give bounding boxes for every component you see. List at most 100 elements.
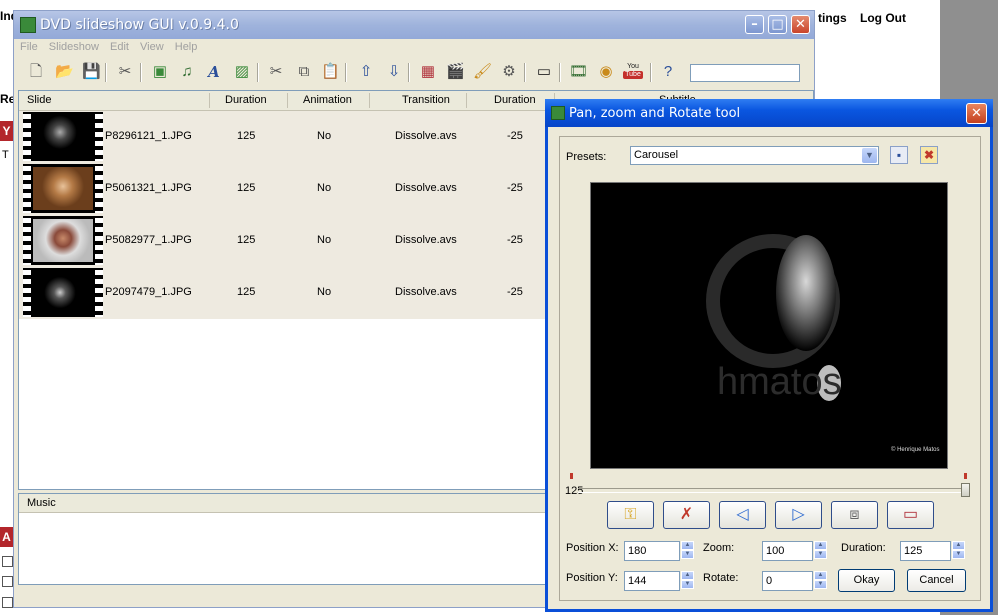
slide-thumbnail <box>23 216 103 265</box>
text-icon[interactable]: A <box>205 63 223 81</box>
pan-zoom-rotate-dialog: Pan, zoom and Rotate tool ✕ Presets: Car… <box>545 99 993 612</box>
menu-view[interactable]: View <box>140 39 164 53</box>
presets-label: Presets: <box>566 151 607 163</box>
open-icon[interactable]: 📂 <box>55 63 74 81</box>
slide-filename: P5061321_1.JPG <box>105 182 192 194</box>
dialog-title-bar[interactable]: Pan, zoom and Rotate tool ✕ <box>545 99 993 127</box>
cut-icon[interactable]: ✂ <box>267 63 285 81</box>
minimize-button[interactable]: – <box>745 15 764 34</box>
position-x-input[interactable]: 180 <box>624 541 680 561</box>
position-x-stepper[interactable]: ▲ ▼ <box>681 541 694 561</box>
music-header-label: Music <box>27 497 56 509</box>
duration-stepper[interactable]: ▲ ▼ <box>952 541 965 561</box>
slider-thumb[interactable] <box>961 483 970 497</box>
music-icon[interactable]: ♫ <box>178 63 196 81</box>
column-animation[interactable]: Animation <box>303 94 352 106</box>
move-up-icon[interactable]: ⇧ <box>357 63 375 81</box>
export-icon[interactable]: ⚙ <box>500 63 518 81</box>
okay-button[interactable]: Okay <box>838 569 895 592</box>
column-transition-duration[interactable]: Duration <box>494 94 536 106</box>
dialog-close-button[interactable]: ✕ <box>966 103 987 124</box>
add-slide-icon[interactable]: ▣ <box>151 63 169 81</box>
slideshow-icon[interactable]: ▭ <box>535 63 553 81</box>
full-frame-icon[interactable]: ▭ <box>887 501 934 529</box>
presets-select[interactable]: Carousel ▼ <box>630 146 879 165</box>
settings-link[interactable]: tings <box>818 11 847 25</box>
slider-end-marker <box>964 473 967 479</box>
delete-preset-icon[interactable]: ✖ <box>920 146 938 164</box>
background-checkbox[interactable] <box>2 597 13 608</box>
toolbar-separator <box>524 63 526 82</box>
toolbar-search-input[interactable] <box>690 64 800 82</box>
zoom-stepper[interactable]: ▲ ▼ <box>814 541 827 561</box>
disc-icon[interactable]: ◉ <box>597 63 615 81</box>
face-silhouette <box>776 235 836 351</box>
rotate-label: Rotate: <box>703 572 739 584</box>
column-duration[interactable]: Duration <box>225 94 267 106</box>
slide-transition: Dissolve.avs <box>395 182 457 194</box>
brush-icon[interactable]: 🖌 <box>473 63 492 81</box>
toolbar-separator <box>408 63 410 82</box>
duration-label: Duration: <box>841 542 886 554</box>
column-slide[interactable]: Slide <box>27 94 51 106</box>
cancel-button[interactable]: Cancel <box>907 569 966 592</box>
slide-transition: Dissolve.avs <box>395 130 457 142</box>
background-checkbox[interactable] <box>2 576 13 587</box>
main-window-title: DVD slideshow GUI v.0.9.4.0 <box>40 17 239 33</box>
image-icon[interactable]: ▨ <box>233 63 251 81</box>
toolbar: 🗋 📂 💾 ✂ ▣ ♫ A ▨ ✂ ⧉ 📋 ⇧ ⇩ ▦ 🎬 🖌 ⚙ ▭ 🎞 ◉ … <box>14 58 814 86</box>
save-icon[interactable]: 💾 <box>82 63 101 81</box>
film-icon[interactable]: 🎞 <box>569 63 588 81</box>
save-preset-icon[interactable]: ▪ <box>890 146 908 164</box>
fit-icon[interactable]: ⧈ <box>831 501 878 529</box>
zoom-input[interactable]: 100 <box>762 541 813 561</box>
app-icon <box>20 17 36 33</box>
menu-edit[interactable]: Edit <box>110 39 129 53</box>
logout-link[interactable]: Log Out <box>860 11 906 25</box>
duration-input[interactable]: 125 <box>900 541 951 561</box>
menu-bar: File Slideshow Edit View Help <box>14 39 814 57</box>
picture-icon[interactable]: ▦ <box>419 63 437 81</box>
preview-canvas <box>706 234 841 401</box>
clapper-icon[interactable]: 🎬 <box>446 63 465 81</box>
rotate-stepper[interactable]: ▲ ▼ <box>814 571 827 591</box>
menu-slideshow[interactable]: Slideshow <box>49 39 99 53</box>
zoom-label: Zoom: <box>703 542 735 554</box>
new-icon[interactable]: 🗋 <box>27 63 45 81</box>
youtube-label-bottom: Tube <box>623 71 643 79</box>
slide-thumbnail <box>23 268 103 317</box>
delete-key-icon[interactable]: ✗ <box>663 501 710 529</box>
background-header-links: tings Log Out <box>818 11 916 25</box>
youtube-icon[interactable]: You Tube <box>623 63 643 81</box>
menu-file[interactable]: File <box>20 39 38 53</box>
slide-animation: No <box>317 286 332 298</box>
background-checkbox[interactable] <box>2 556 13 567</box>
position-y-stepper[interactable]: ▲ ▼ <box>681 571 694 591</box>
menu-help[interactable]: Help <box>175 39 198 53</box>
help-icon[interactable]: ? <box>659 63 677 81</box>
background-fragment: A <box>0 527 13 547</box>
toolbar-separator <box>345 63 347 82</box>
tools-icon[interactable]: ✂ <box>116 63 134 81</box>
move-down-icon[interactable]: ⇩ <box>385 63 403 81</box>
chevron-down-icon[interactable]: ▼ <box>862 148 877 163</box>
rotate-input[interactable]: 0 <box>762 571 813 591</box>
preview-image: hmatos © Henrique Matos <box>590 182 948 469</box>
previous-icon[interactable]: ◁ <box>719 501 766 529</box>
paste-icon[interactable]: 📋 <box>321 63 340 81</box>
timeline-slider[interactable] <box>578 488 964 493</box>
slide-thumbnail <box>23 164 103 213</box>
column-transition[interactable]: Transition <box>402 94 450 106</box>
close-button[interactable]: ✕ <box>791 15 810 34</box>
main-title-bar[interactable]: DVD slideshow GUI v.0.9.4.0 – □ ✕ <box>14 11 814 39</box>
slide-filename: P2097479_1.JPG <box>105 286 192 298</box>
key-icon[interactable]: ⚿ <box>607 501 654 529</box>
next-icon[interactable]: ▷ <box>775 501 822 529</box>
position-y-label: Position Y: <box>566 572 618 584</box>
maximize-button[interactable]: □ <box>768 15 787 34</box>
copy-icon[interactable]: ⧉ <box>295 63 313 81</box>
slide-transition-duration: -25 <box>507 286 523 298</box>
slide-duration: 125 <box>237 130 256 142</box>
position-y-input[interactable]: 144 <box>624 571 680 591</box>
watermark-text: hmatos <box>717 361 842 403</box>
